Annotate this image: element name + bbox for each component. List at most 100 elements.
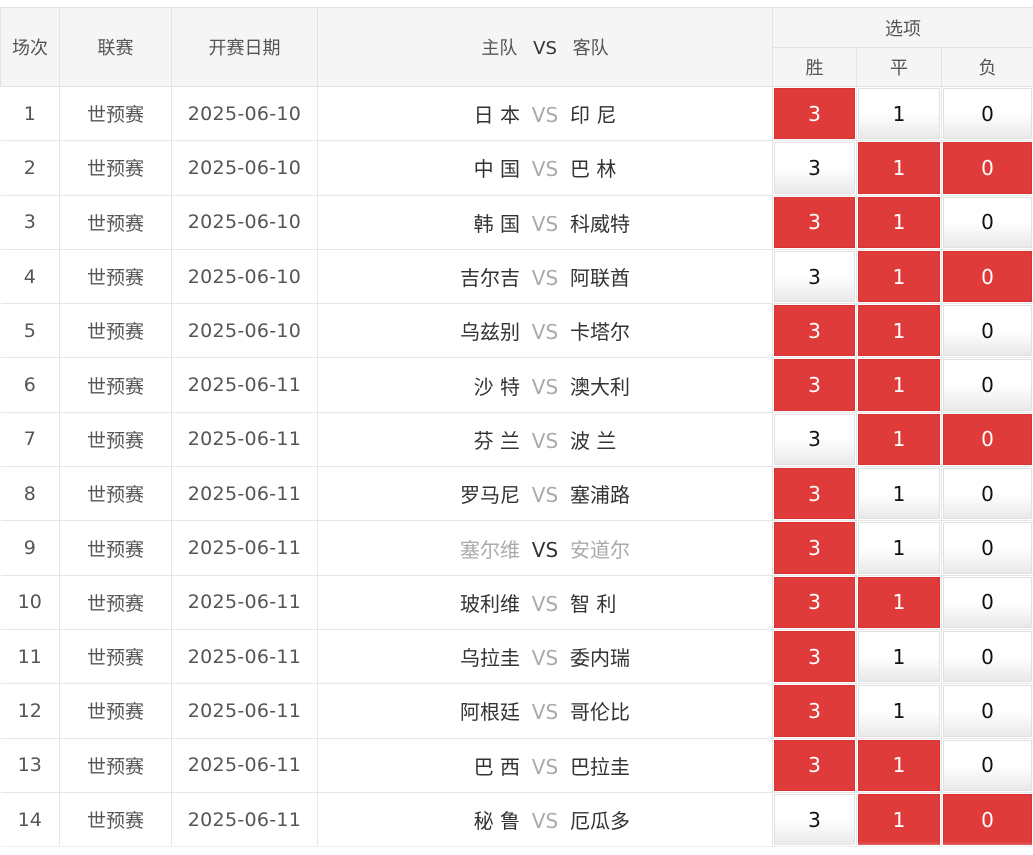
option-draw-button[interactable]: 1	[858, 522, 940, 574]
option-win[interactable]: 3	[772, 466, 857, 522]
option-win-button[interactable]: 3	[774, 359, 855, 411]
option-draw[interactable]: 1	[856, 628, 942, 685]
match-rows: 1 世预赛 2025-06-10 日 本 VS 印 尼 3 1 0 2 世预赛 2025-06-10 中…	[0, 85, 1033, 848]
option-win-button[interactable]: 3	[774, 413, 855, 466]
option-draw[interactable]: 1	[856, 411, 942, 468]
option-lose-button[interactable]: 0	[943, 305, 1033, 357]
option-draw[interactable]: 1	[856, 683, 942, 739]
option-lose-button[interactable]: 0	[943, 576, 1033, 628]
option-draw[interactable]: 1	[856, 248, 942, 305]
option-draw-button[interactable]: 1	[858, 359, 940, 411]
home-team: 阿根廷	[460, 700, 520, 725]
option-lose-button[interactable]: 0	[943, 468, 1033, 520]
header-league: 联赛	[59, 7, 172, 87]
option-draw[interactable]: 1	[856, 140, 942, 196]
option-win-button[interactable]: 3	[774, 142, 855, 194]
match-teams: 乌拉圭 VS 委内瑞	[317, 629, 773, 685]
match-index: 10	[0, 575, 60, 630]
option-win[interactable]: 3	[772, 683, 857, 739]
option-lose-button[interactable]: 0	[943, 413, 1033, 466]
home-team: 秘 鲁	[473, 809, 520, 833]
option-win[interactable]: 3	[772, 140, 857, 196]
option-win-button[interactable]: 3	[774, 793, 855, 846]
option-win-button[interactable]: 3	[774, 739, 855, 791]
match-date: 2025-06-11	[171, 357, 318, 413]
option-draw[interactable]: 1	[856, 194, 942, 250]
option-win-button[interactable]: 3	[774, 576, 855, 628]
option-lose[interactable]: 0	[940, 520, 1033, 576]
home-team: 塞尔维	[460, 537, 520, 562]
option-draw-button[interactable]: 1	[858, 630, 940, 683]
header-date: 开赛日期	[171, 7, 318, 87]
option-draw[interactable]: 1	[856, 466, 942, 522]
option-draw[interactable]: 1	[856, 791, 942, 848]
option-draw[interactable]: 1	[856, 85, 942, 142]
option-lose[interactable]: 0	[940, 737, 1033, 793]
option-win[interactable]: 3	[772, 737, 857, 793]
option-draw-button[interactable]: 1	[858, 793, 940, 846]
home-team: 乌拉圭	[460, 646, 520, 671]
option-win-button[interactable]: 3	[774, 468, 855, 520]
option-lose[interactable]: 0	[940, 683, 1033, 739]
option-draw-button[interactable]: 1	[858, 413, 940, 466]
table-row: 9 世预赛 2025-06-11 塞尔维 VS 安道尔 3 1 0	[0, 520, 1033, 576]
option-lose[interactable]: 0	[940, 303, 1033, 359]
option-win[interactable]: 3	[772, 85, 857, 142]
option-draw[interactable]: 1	[856, 357, 942, 413]
option-win[interactable]: 3	[772, 574, 857, 630]
option-lose-button[interactable]: 0	[943, 793, 1033, 846]
option-draw-button[interactable]: 1	[858, 305, 940, 357]
option-lose-button[interactable]: 0	[943, 630, 1033, 683]
option-draw[interactable]: 1	[856, 574, 942, 630]
option-draw-button[interactable]: 1	[858, 196, 940, 248]
option-lose[interactable]: 0	[940, 248, 1033, 305]
option-win-button[interactable]: 3	[774, 522, 855, 574]
option-draw-button[interactable]: 1	[858, 576, 940, 628]
option-lose[interactable]: 0	[940, 194, 1033, 250]
match-teams: 日 本 VS 印 尼	[317, 86, 773, 142]
option-win-button[interactable]: 3	[774, 630, 855, 683]
option-lose-button[interactable]: 0	[943, 359, 1033, 411]
option-win[interactable]: 3	[772, 194, 857, 250]
option-lose[interactable]: 0	[940, 140, 1033, 196]
option-lose[interactable]: 0	[940, 791, 1033, 848]
match-index: 2	[0, 140, 60, 196]
option-draw-button[interactable]: 1	[858, 250, 940, 303]
match-league: 世预赛	[59, 140, 172, 196]
option-win[interactable]: 3	[772, 303, 857, 359]
option-win[interactable]: 3	[772, 357, 857, 413]
option-draw-button[interactable]: 1	[858, 142, 940, 194]
option-win[interactable]: 3	[772, 520, 857, 576]
option-lose-button[interactable]: 0	[943, 88, 1033, 140]
option-lose-button[interactable]: 0	[943, 142, 1033, 194]
option-lose[interactable]: 0	[940, 466, 1033, 522]
option-lose[interactable]: 0	[940, 411, 1033, 468]
option-win[interactable]: 3	[772, 791, 857, 848]
option-lose-button[interactable]: 0	[943, 739, 1033, 791]
option-lose-button[interactable]: 0	[943, 196, 1033, 248]
option-lose[interactable]: 0	[940, 85, 1033, 142]
option-lose[interactable]: 0	[940, 574, 1033, 630]
option-win[interactable]: 3	[772, 248, 857, 305]
option-win-button[interactable]: 3	[774, 88, 855, 140]
option-lose[interactable]: 0	[940, 628, 1033, 685]
option-lose[interactable]: 0	[940, 357, 1033, 413]
option-draw[interactable]: 1	[856, 303, 942, 359]
option-draw-button[interactable]: 1	[858, 468, 940, 520]
option-draw[interactable]: 1	[856, 520, 942, 576]
option-win-button[interactable]: 3	[774, 250, 855, 303]
option-win-button[interactable]: 3	[774, 685, 855, 737]
option-lose-button[interactable]: 0	[943, 522, 1033, 574]
option-draw-button[interactable]: 1	[858, 685, 940, 737]
match-index: 14	[0, 792, 60, 848]
option-win-button[interactable]: 3	[774, 305, 855, 357]
option-draw-button[interactable]: 1	[858, 88, 940, 140]
option-lose-button[interactable]: 0	[943, 685, 1033, 737]
bottom-fade	[0, 842, 1033, 855]
option-draw[interactable]: 1	[856, 737, 942, 793]
option-win-button[interactable]: 3	[774, 196, 855, 248]
option-lose-button[interactable]: 0	[943, 250, 1033, 303]
option-win[interactable]: 3	[772, 411, 857, 468]
option-draw-button[interactable]: 1	[858, 739, 940, 791]
option-win[interactable]: 3	[772, 628, 857, 685]
